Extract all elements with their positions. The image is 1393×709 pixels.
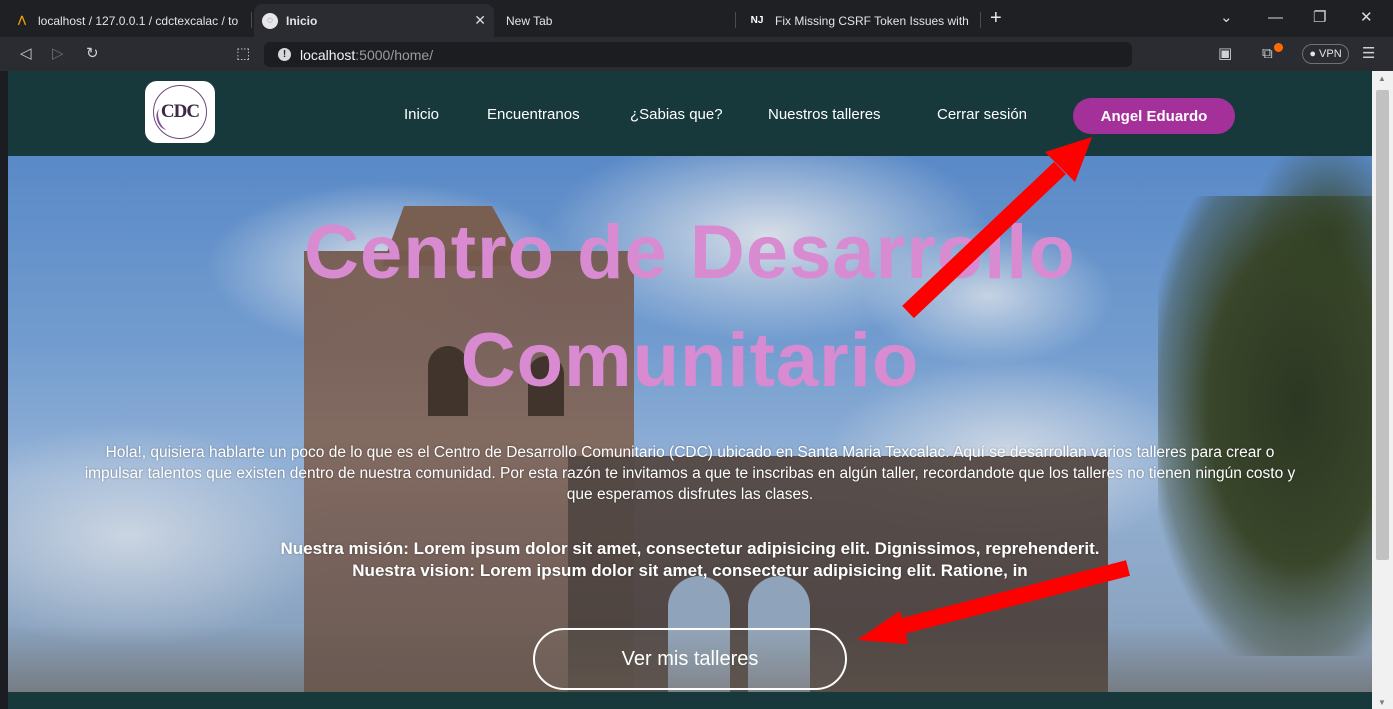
wallet-icon[interactable]: ⧉ (1262, 45, 1273, 63)
sidebar-icon[interactable]: ▣ (1218, 45, 1232, 63)
tab-separator (735, 12, 736, 28)
site-info-icon[interactable]: ! (278, 48, 291, 61)
tab-title: Inicio (286, 13, 318, 28)
tab-inicio[interactable]: ◌ Inicio ✕ (254, 4, 494, 37)
close-tab-icon[interactable]: ✕ (474, 12, 486, 29)
forward-icon[interactable]: ▷ (52, 45, 64, 63)
nav-link-nuestros-talleres[interactable]: Nuestros talleres (768, 106, 881, 123)
notification-dot (1274, 43, 1283, 52)
user-profile-button[interactable]: Angel Eduardo (1073, 98, 1235, 134)
mission-vision: Nuestra misión: Lorem ipsum dolor sit am… (8, 538, 1372, 582)
nav-link-sabias-que[interactable]: ¿Sabias que? (630, 106, 723, 123)
ver-mis-talleres-button[interactable]: Ver mis talleres (533, 628, 847, 690)
bookmark-icon[interactable]: ⬚ (236, 45, 250, 63)
tab-csrf-article[interactable]: NJ Fix Missing CSRF Token Issues with Fl… (739, 4, 979, 37)
cdc-logo[interactable]: CDC (145, 81, 215, 143)
tab-new-tab[interactable]: New Tab (498, 4, 734, 37)
tab-search-icon[interactable]: ⌄ (1220, 10, 1233, 25)
hero-title-line2: Comunitario (460, 318, 920, 403)
url-path: :5000/home/ (355, 46, 434, 63)
address-bar[interactable]: ! localhost :5000/home/ (264, 42, 1132, 67)
nav-link-cerrar-sesion[interactable]: Cerrar sesión (937, 106, 1027, 123)
reload-icon[interactable]: ↻ (86, 45, 99, 63)
browser-tab-bar: ⋀ localhost / 127.0.0.1 / cdctexcalac / … (0, 0, 1393, 37)
scroll-up-icon[interactable]: ▲ (1378, 74, 1386, 83)
hero-paragraph: Hola!, quisiera hablarte un poco de lo q… (84, 444, 1296, 503)
new-tab-icon[interactable]: + (990, 8, 1002, 28)
restore-icon[interactable]: ❐ (1313, 10, 1326, 25)
menu-icon[interactable]: ☰ (1362, 45, 1375, 63)
footer-strip (8, 692, 1372, 709)
tab-separator (980, 12, 981, 28)
nav-link-inicio[interactable]: Inicio (404, 106, 439, 123)
scroll-down-icon[interactable]: ▼ (1378, 698, 1386, 707)
nav-link-encuentranos[interactable]: Encuentranos (487, 106, 580, 123)
url-host: localhost (300, 46, 356, 63)
vpn-button[interactable]: ● VPN (1302, 44, 1349, 64)
site-navbar: CDC Inicio Encuentranos ¿Sabias que? Nue… (8, 71, 1372, 156)
phpmyadmin-icon: ⋀ (17, 15, 27, 26)
vision-text: Nuestra vision: Lorem ipsum dolor sit am… (352, 561, 1028, 580)
minimize-icon[interactable]: — (1268, 10, 1283, 25)
hero-title: Centro de Desarrollo Comunitario (8, 199, 1372, 415)
back-icon[interactable]: ◁ (20, 45, 32, 63)
tab-title: localhost / 127.0.0.1 / cdctexcalac / to (38, 13, 239, 28)
tab-title: Fix Missing CSRF Token Issues with Fla (775, 13, 971, 28)
mission-text: Nuestra misión: Lorem ipsum dolor sit am… (280, 539, 1100, 558)
logo-seal: CDC (153, 85, 207, 139)
close-window-icon[interactable]: ✕ (1360, 10, 1373, 25)
tab-phpmyadmin[interactable]: ⋀ localhost / 127.0.0.1 / cdctexcalac / … (6, 4, 250, 37)
nj-favicon-icon: NJ (750, 15, 764, 26)
hero-title-line1: Centro de Desarrollo (304, 210, 1076, 295)
scrollbar-thumb[interactable] (1376, 90, 1389, 560)
tab-title: New Tab (506, 13, 553, 28)
page-viewport: CDC Inicio Encuentranos ¿Sabias que? Nue… (8, 71, 1372, 709)
tab-separator (251, 12, 252, 28)
site-favicon-icon: ◌ (262, 12, 278, 29)
